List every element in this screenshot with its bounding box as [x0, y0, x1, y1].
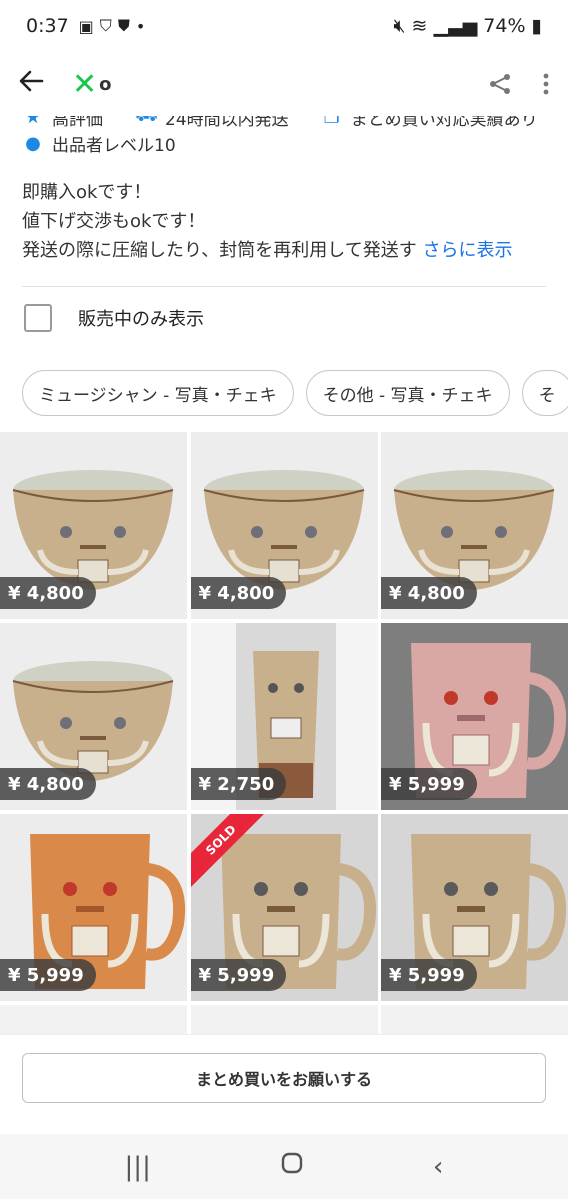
product-card[interactable]: ¥ 5,999 — [0, 814, 187, 1001]
battery-level: 74% — [483, 15, 526, 37]
gallery-icon: ▣ — [78, 16, 94, 36]
price-tag: ¥ 5,999 — [190, 959, 287, 991]
price-tag: ¥ 4,800 — [381, 577, 477, 609]
seller-description: 即購入okです！ 値下げ交渉もokです！ 発送の際に圧縮したり、封筒を再利用して… — [22, 178, 552, 265]
seller-badges: ★ 高評価 ⛟ 24時間以内発送 ❐ まとめ買い対応実績あり ● 出品者レベル1… — [22, 116, 562, 156]
home-icon[interactable] — [280, 1151, 304, 1182]
boxes-icon: ❐ — [323, 116, 340, 128]
dot-icon: • — [135, 16, 146, 36]
badge-label: 高評価 — [52, 116, 103, 130]
footer: まとめ買いをお願いする — [0, 1034, 568, 1134]
status-time: 0:37 — [26, 15, 69, 37]
truck-icon: ⛟ — [135, 116, 158, 129]
chip-more[interactable]: そ — [521, 370, 568, 416]
on-sale-filter[interactable]: 販売中のみ表示 — [24, 304, 204, 332]
product-card-partial[interactable] — [381, 1005, 568, 1034]
bulk-purchase-button[interactable]: まとめ買いをお願いする — [22, 1053, 546, 1103]
product-card[interactable]: ¥ 4,800 — [190, 432, 378, 619]
product-card[interactable]: ¥ 4,800 — [0, 623, 187, 810]
price-tag: ¥ 4,800 — [0, 577, 96, 609]
badge-label: 出品者レベル10 — [52, 135, 176, 156]
product-card[interactable]: ¥ 2,750 — [190, 623, 378, 810]
status-bar: 0:37 ▣ ⛉ ⛊ • 🔇︎ ≋ ▁▃▅ 74% ▮ — [0, 0, 568, 52]
divider — [22, 286, 546, 287]
battery-icon: ▮ — [531, 15, 542, 37]
on-sale-checkbox[interactable] — [24, 304, 52, 332]
badge-label: 24時間以内発送 — [165, 116, 289, 130]
app-logo: ✕ o — [72, 66, 112, 102]
more-vert-icon[interactable] — [542, 72, 550, 96]
category-chips: ミュージシャン - 写真・チェキ その他 - 写真・チェキ そ — [22, 370, 568, 416]
product-card-partial[interactable] — [0, 1005, 187, 1034]
price-tag: ¥ 4,800 — [190, 577, 287, 609]
product-card-partial[interactable] — [190, 1005, 378, 1034]
product-card[interactable]: ¥ 4,800 — [0, 432, 187, 619]
signal-icon: ▁▃▅ — [433, 15, 478, 37]
app-bar: ✕ o — [0, 52, 568, 116]
product-card[interactable]: ¥ 5,999 — [381, 814, 568, 1001]
share-icon[interactable] — [488, 72, 512, 96]
price-tag: ¥ 5,999 — [381, 959, 477, 991]
back-arrow-icon[interactable] — [18, 67, 58, 102]
price-tag: ¥ 5,999 — [381, 768, 477, 800]
price-tag: ¥ 5,999 — [0, 959, 96, 991]
back-nav-icon[interactable]: ‹ — [433, 1152, 443, 1182]
system-nav-bar: ||| ‹ — [0, 1134, 568, 1199]
chip-other-photo[interactable]: その他 - 写真・チェキ — [305, 370, 510, 416]
mute-icon: 🔇︎ — [393, 15, 406, 37]
show-more-link[interactable]: さらに表示 — [422, 240, 512, 261]
product-card[interactable]: SOLD ¥ 5,999 — [190, 814, 378, 1001]
description-line: 発送の際に圧縮したり、封筒を再利用して発送す さらに表示 — [22, 240, 513, 261]
description-line: 値下げ交渉もokです！ — [22, 211, 206, 232]
chip-musician-photo[interactable]: ミュージシャン - 写真・チェキ — [22, 370, 294, 416]
product-card[interactable]: ¥ 4,800 — [381, 432, 568, 619]
price-tag: ¥ 2,750 — [190, 768, 287, 800]
badge-label: まとめ買い対応実績あり — [350, 116, 538, 130]
price-tag: ¥ 4,800 — [0, 768, 96, 800]
medal-icon: ● — [25, 132, 41, 154]
product-card[interactable]: ¥ 5,999 — [381, 623, 568, 810]
check-shield-icon: ⛊ — [117, 16, 130, 35]
alert-shield-icon: ⛉ — [99, 16, 112, 35]
filter-label: 販売中のみ表示 — [78, 309, 204, 330]
recents-icon[interactable]: ||| — [125, 1152, 151, 1182]
seller-content[interactable]: ★ 高評価 ⛟ 24時間以内発送 ❐ まとめ買い対応実績あり ● 出品者レベル1… — [0, 116, 568, 1034]
description-line: 即購入okです！ — [22, 182, 152, 203]
star-icon: ★ — [24, 116, 42, 128]
wifi-icon: ≋ — [411, 15, 428, 37]
